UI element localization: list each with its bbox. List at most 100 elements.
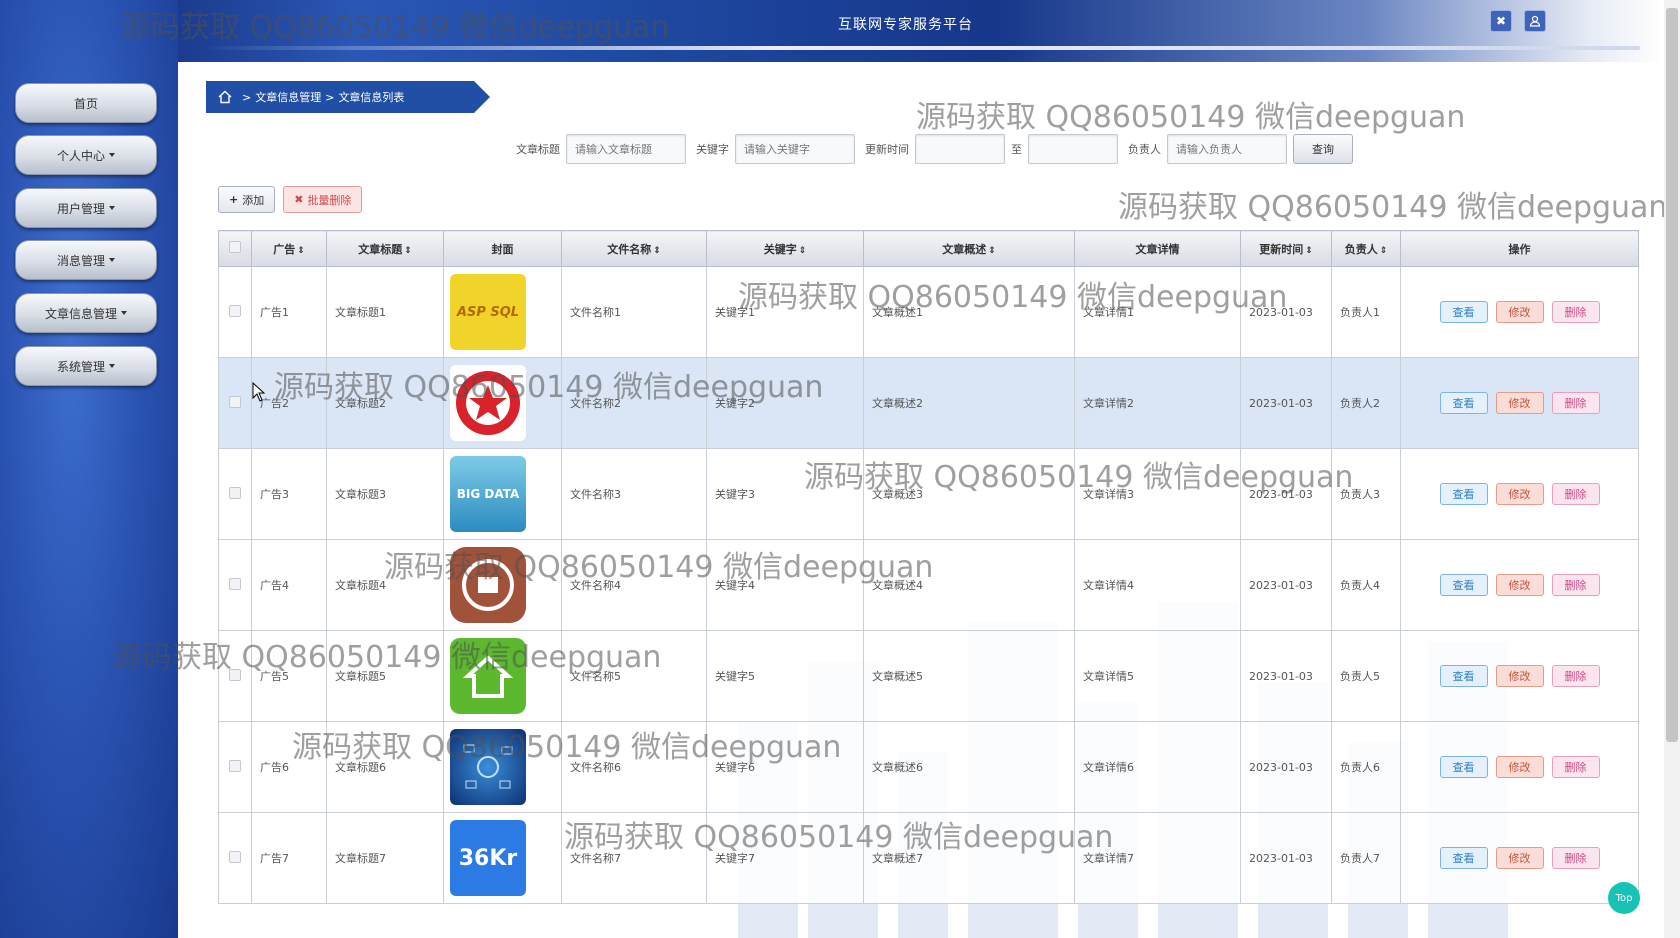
cell-ad: 广告4 [251, 539, 327, 631]
view-button[interactable]: 查看 [1439, 847, 1488, 869]
table-row[interactable]: 广告1 文章标题1 ASP SQL 文件名称1 关键字1 文章概述1 文章详情1 2023-0… [218, 266, 1639, 358]
sort-icon: ⇕ [1379, 245, 1388, 256]
owner-search-input[interactable] [1167, 134, 1287, 164]
delete-button[interactable]: 删除 [1551, 301, 1600, 323]
sidebar-item-system-management[interactable]: 系统管理 [15, 346, 157, 386]
sidebar-item-article-management[interactable]: 文章信息管理 [15, 293, 157, 333]
edit-button[interactable]: 修改 [1495, 756, 1544, 778]
cell-detail: 文章详情5 [1074, 630, 1241, 722]
cell-detail: 文章详情2 [1074, 357, 1241, 449]
table-header-row: 广告 ⇕ 文章标题 ⇕ 封面 文件名称 ⇕ 关键字 ⇕ 文章概述 ⇕ 文章详情 更新时间 ⇕… [218, 230, 1639, 267]
cover-image-label: BIG DATA [456, 487, 520, 501]
view-button[interactable]: 查看 [1439, 756, 1488, 778]
sort-icon: ⇕ [798, 245, 807, 256]
breadcrumb-article-management[interactable]: 文章信息管理 [255, 89, 321, 105]
delete-button[interactable]: 删除 [1551, 392, 1600, 414]
view-button[interactable]: 查看 [1439, 574, 1488, 596]
cell-keyword: 关键字3 [706, 448, 864, 540]
sidebar-item-home[interactable]: 首页 [15, 83, 157, 123]
edit-button[interactable]: 修改 [1495, 301, 1544, 323]
back-to-top-button[interactable]: Top [1608, 882, 1640, 914]
home-icon[interactable] [218, 90, 232, 104]
edit-button[interactable]: 修改 [1495, 665, 1544, 687]
column-header-title[interactable]: 文章标题 ⇕ [326, 230, 444, 267]
sidebar-item-label: 首页 [73, 96, 98, 111]
select-all-checkbox[interactable] [218, 230, 252, 267]
edit-button[interactable]: 修改 [1495, 847, 1544, 869]
column-header-keyword[interactable]: 关键字 ⇕ [706, 230, 864, 267]
breadcrumb: > 文章信息管理 > 文章信息列表 [206, 81, 490, 113]
table-row[interactable]: 广告7 文章标题7 36Kr 文件名称7 关键字7 文章概述7 文章详情7 2023-01-0… [218, 812, 1639, 904]
update-time-to-label: 至 [1011, 143, 1022, 156]
delete-button[interactable]: 删除 [1551, 847, 1600, 869]
batch-delete-button-label: 批量删除 [307, 193, 352, 207]
update-time-start-input[interactable] [915, 134, 1005, 164]
sidebar-item-user-management[interactable]: 用户管理 [15, 188, 157, 228]
cell-owner: 负责人2 [1331, 357, 1401, 449]
cover-image: ASP SQL [450, 274, 526, 350]
fullscreen-icon[interactable]: ✖ [1490, 10, 1512, 32]
delete-button[interactable]: 删除 [1551, 756, 1600, 778]
column-header-summary[interactable]: 文章概述 ⇕ [863, 230, 1075, 267]
breadcrumb-article-list: 文章信息列表 [338, 91, 405, 104]
sidebar-item-message-management[interactable]: 消息管理 [15, 240, 157, 280]
column-header-update-time[interactable]: 更新时间 ⇕ [1240, 230, 1332, 267]
update-time-end-input[interactable] [1028, 134, 1118, 164]
cell-keyword: 关键字1 [706, 266, 864, 358]
cell-ad: 广告2 [251, 357, 327, 449]
table-row[interactable]: 广告6 文章标题6 文件名称6 关键字6 文章概述6 文章详情6 2023-01-03 负责人… [218, 721, 1639, 813]
row-checkbox[interactable] [218, 721, 252, 813]
cell-cover: 36Kr [443, 812, 562, 904]
edit-button[interactable]: 修改 [1495, 392, 1544, 414]
table-row[interactable]: 广告5 文章标题5 文件名称5 关键字5 文章概述5 文章详情5 2023-01-03 负责人… [218, 630, 1639, 722]
table-row[interactable]: 广告2 文章标题2 文件名称2 关键字2 文章概述2 文章详情2 2023-01-03 负责人… [218, 357, 1639, 449]
batch-delete-button[interactable]: ✖ 批量删除 [283, 186, 363, 213]
row-checkbox[interactable] [218, 812, 252, 904]
sidebar-item-personal-center[interactable]: 个人中心 [15, 135, 157, 175]
column-header-file-name[interactable]: 文件名称 ⇕ [561, 230, 707, 267]
query-button[interactable]: 查询 [1293, 134, 1353, 164]
cell-file-name: 文件名称6 [561, 721, 707, 813]
add-button[interactable]: + 添加 [218, 186, 276, 213]
cell-update-time: 2023-01-03 [1240, 539, 1332, 631]
row-checkbox[interactable] [218, 448, 252, 540]
table-row[interactable]: 广告4 文章标题4 文件名称4 关键字4 文章概述4 文章详情4 2023-01-03 负责人… [218, 539, 1639, 631]
cell-keyword: 关键字6 [706, 721, 864, 813]
row-checkbox[interactable] [218, 630, 252, 722]
cell-detail: 文章详情7 [1074, 812, 1241, 904]
header: 互联网专家服务平台 ✖ [178, 0, 1664, 62]
view-button[interactable]: 查看 [1439, 392, 1488, 414]
view-button[interactable]: 查看 [1439, 665, 1488, 687]
column-header-owner[interactable]: 负责人 ⇕ [1331, 230, 1401, 267]
delete-button[interactable]: 删除 [1551, 483, 1600, 505]
mouse-cursor-icon [252, 382, 266, 402]
delete-button[interactable]: 删除 [1551, 574, 1600, 596]
cover-image-label: 36Kr [458, 845, 518, 871]
scrollbar[interactable] [1664, 0, 1680, 938]
cell-actions: 查看 修改 删除 [1400, 357, 1639, 449]
edit-button[interactable]: 修改 [1495, 483, 1544, 505]
row-checkbox[interactable] [218, 357, 252, 449]
edit-button[interactable]: 修改 [1495, 574, 1544, 596]
cell-ad: 广告6 [251, 721, 327, 813]
cell-summary: 文章概述2 [863, 357, 1075, 449]
view-button[interactable]: 查看 [1439, 301, 1488, 323]
column-header-ad[interactable]: 广告 ⇕ [251, 230, 327, 267]
cell-detail: 文章详情3 [1074, 448, 1241, 540]
keyword-search-input[interactable] [735, 134, 855, 164]
sort-icon: ⇕ [297, 245, 305, 256]
sidebar: 首页 个人中心 用户管理 消息管理 文章信息管理 系统管理 [0, 0, 178, 938]
caret-down-icon [109, 206, 115, 210]
row-checkbox[interactable] [218, 266, 252, 358]
scrollbar-thumb[interactable] [1666, 8, 1678, 742]
plus-icon: + [229, 193, 239, 206]
view-button[interactable]: 查看 [1439, 483, 1488, 505]
cell-ad: 广告7 [251, 812, 327, 904]
cell-owner: 负责人5 [1331, 630, 1401, 722]
delete-button[interactable]: 删除 [1551, 665, 1600, 687]
row-checkbox[interactable] [218, 539, 252, 631]
table-row[interactable]: 广告3 文章标题3 BIG DATA 文件名称3 关键字3 文章概述3 文章详情3 2023-… [218, 448, 1639, 540]
title-search-input[interactable] [566, 134, 686, 164]
user-icon[interactable] [1524, 10, 1546, 32]
sort-icon: ⇕ [404, 245, 412, 256]
